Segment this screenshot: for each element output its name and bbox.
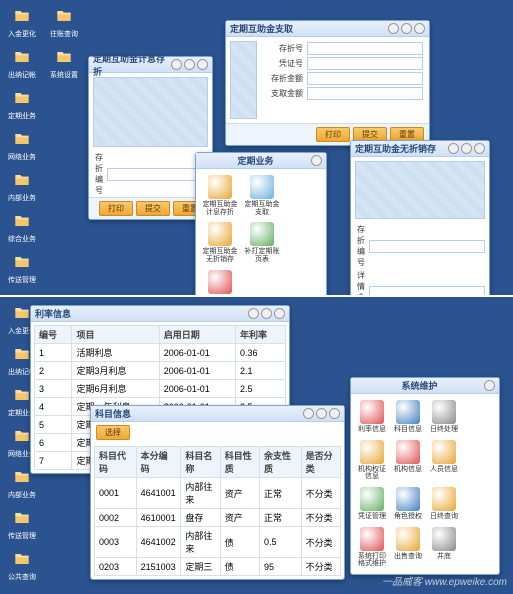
- desktop-icon[interactable]: 系统设置: [48, 47, 80, 80]
- col-header: 启用日期: [159, 326, 235, 344]
- launcher-icon[interactable]: 补打定期账页表: [242, 220, 282, 265]
- min-icon[interactable]: [448, 143, 459, 154]
- label: 支取金额: [267, 88, 303, 99]
- desktop-icons-col2: 往账查询系统设置: [48, 6, 80, 80]
- window-title: 定期互助金支取: [230, 22, 388, 35]
- col-header: 是否分类: [301, 447, 340, 478]
- col-header: 编号: [35, 326, 72, 344]
- table-row[interactable]: 2定期3月利息2006-01-012.1: [35, 362, 286, 380]
- desktop-icon[interactable]: 传送管理: [6, 252, 38, 285]
- label: 存折金额: [267, 73, 303, 84]
- window-subject: 科目信息 选择 科目代码本分编码科目名称科目性质余支性质是否分类00014641…: [90, 405, 345, 580]
- min-icon[interactable]: [303, 408, 314, 419]
- window-title: 定期互助金无折销存: [355, 142, 448, 155]
- close-icon[interactable]: [274, 308, 285, 319]
- launcher-icon[interactable]: 出售查询: [391, 525, 425, 570]
- preview-canvas: [355, 161, 485, 219]
- table-row[interactable]: 00034641002内部往来债0.5不分类: [95, 527, 341, 558]
- launcher-icon[interactable]: 井底: [427, 525, 461, 570]
- table-row[interactable]: 00024610001盘存资产正常不分类: [95, 509, 341, 527]
- launcher-icon[interactable]: 定期互助金计息存折: [200, 173, 240, 218]
- window-title: 定期互助金计息存折: [93, 52, 171, 78]
- desktop-bottom: 入金更化出纳记帐定期业务网络业务内部业务传送管理公共查询 利率信息 编号项目启用…: [0, 297, 513, 592]
- preview-canvas: [230, 41, 257, 119]
- table-row[interactable]: 02032151003定期三债95不分类: [95, 558, 341, 576]
- input-account[interactable]: [369, 240, 485, 253]
- col-header: 科目名称: [181, 447, 220, 478]
- table-row[interactable]: 3定期6月利息2006-01-012.5: [35, 380, 286, 398]
- window-biz: 定期业务 定期互助金计息存折定期互助金支取定期互助金无折销存补打定期账页表定期互…: [195, 152, 327, 318]
- launcher-icon[interactable]: 科目信息: [391, 398, 425, 436]
- label: 存折号: [267, 43, 303, 54]
- col-header: 本分编码: [136, 447, 181, 478]
- min-icon[interactable]: [171, 59, 182, 70]
- input-amount[interactable]: [307, 87, 423, 100]
- max-icon[interactable]: [261, 308, 272, 319]
- table-row[interactable]: 00014641001内部往来资产正常不分类: [95, 478, 341, 509]
- desktop-icons-col1: 入金更化出纳记帐定期业务网络业务内部业务综合业务传送管理公共查询: [6, 6, 38, 326]
- launcher-icon[interactable]: 定期互助金支取: [242, 173, 282, 218]
- desktop-icon[interactable]: 传送管理: [6, 508, 38, 541]
- window-pay: 定期互助金支取 存折号 凭证号 存折金额 支取金额 打印 提交 重置: [225, 20, 430, 146]
- col-header: 余支性质: [260, 447, 302, 478]
- desktop-icon[interactable]: 往账查询: [48, 6, 80, 39]
- desktop-top: 入金更化出纳记帐定期业务网络业务内部业务综合业务传送管理公共查询 往账查询系统设…: [0, 0, 513, 295]
- label: 存折编号: [357, 224, 365, 268]
- max-icon[interactable]: [461, 143, 472, 154]
- desktop-icon[interactable]: 出纳记帐: [6, 47, 38, 80]
- launcher-icon[interactable]: 凭证管理: [355, 485, 389, 523]
- window-title: 系统维护: [355, 379, 484, 392]
- input-balance[interactable]: [307, 72, 423, 85]
- launcher-icon[interactable]: 人员信息: [427, 438, 461, 483]
- max-icon[interactable]: [401, 23, 412, 34]
- desktop-icon[interactable]: 定期业务: [6, 88, 38, 121]
- max-icon[interactable]: [316, 408, 327, 419]
- subject-table: 科目代码本分编码科目名称科目性质余支性质是否分类00014641001内部往来资…: [94, 446, 341, 576]
- desktop-icon[interactable]: 公共查询: [6, 549, 38, 582]
- col-header: 项目: [72, 326, 159, 344]
- max-icon[interactable]: [184, 59, 195, 70]
- input-voucher[interactable]: [307, 57, 423, 70]
- table-row[interactable]: 1活期利息2006-01-010.36: [35, 344, 286, 362]
- launcher-icon[interactable]: 系统打印格式维护: [355, 525, 389, 570]
- launcher-icon[interactable]: 日终处理: [427, 398, 461, 436]
- print-button[interactable]: 打印: [99, 201, 133, 216]
- window-title: 定期业务: [200, 154, 311, 167]
- preview-canvas: [93, 77, 208, 147]
- desktop-icon[interactable]: 网络业务: [6, 129, 38, 162]
- close-icon[interactable]: [414, 23, 425, 34]
- window-sys: 系统维护 利率信息科目信息日终处理机构权证信息机构信息人员信息凭证管理角色授权日…: [350, 377, 500, 575]
- col-header: 年利率: [236, 326, 286, 344]
- launcher-icon[interactable]: 日终查询: [427, 485, 461, 523]
- launcher-icon[interactable]: 定期互助金无折销存: [200, 220, 240, 265]
- close-icon[interactable]: [197, 59, 208, 70]
- desktop-icon[interactable]: 内部业务: [6, 170, 38, 203]
- window-title: 科目信息: [95, 407, 303, 420]
- launcher-icon[interactable]: 角色授权: [391, 485, 425, 523]
- min-icon[interactable]: [388, 23, 399, 34]
- min-icon[interactable]: [248, 308, 259, 319]
- watermark: 一品威客 www.epweike.com: [382, 573, 507, 588]
- label-account-no: 存折编号: [95, 152, 103, 196]
- close-icon[interactable]: [484, 380, 495, 391]
- input-account[interactable]: [307, 42, 423, 55]
- col-header: 科目代码: [95, 447, 137, 478]
- desktop-icon[interactable]: 综合业务: [6, 211, 38, 244]
- table-row[interactable]: 10112111001活期存款债1不分类: [95, 576, 341, 577]
- sys-icon-grid: 利率信息科目信息日终处理机构权证信息机构信息人员信息凭证管理角色授权日终查询系统…: [351, 394, 499, 574]
- close-icon[interactable]: [329, 408, 340, 419]
- launcher-icon[interactable]: 利率信息: [355, 398, 389, 436]
- launcher-icon[interactable]: 机构权证信息: [355, 438, 389, 483]
- desktop-icon[interactable]: 入金更化: [6, 6, 38, 39]
- close-icon[interactable]: [474, 143, 485, 154]
- close-icon[interactable]: [311, 155, 322, 166]
- col-header: 科目性质: [220, 447, 259, 478]
- filter-button[interactable]: 选择: [96, 425, 130, 440]
- window-title: 利率信息: [35, 307, 248, 320]
- label: 凭证号: [267, 58, 303, 69]
- print-button[interactable]: 打印: [316, 127, 350, 142]
- launcher-icon[interactable]: 机构信息: [391, 438, 425, 483]
- submit-button[interactable]: 提交: [136, 201, 170, 216]
